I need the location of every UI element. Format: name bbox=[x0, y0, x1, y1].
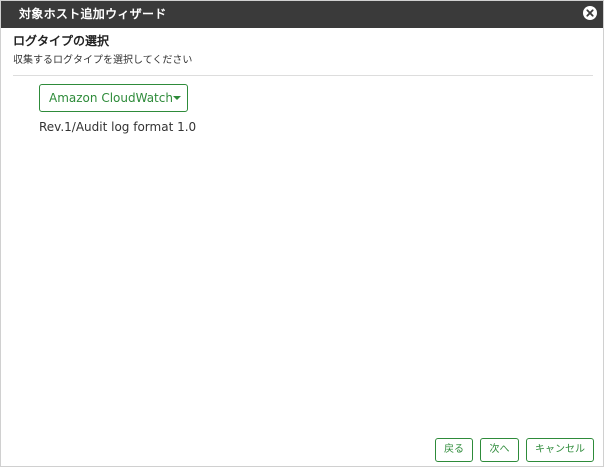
section-description: 収集するログタイプを選択してください bbox=[13, 55, 193, 66]
section-title: ログタイプの選択 bbox=[13, 34, 110, 48]
log-type-dropdown[interactable]: Amazon CloudWatch bbox=[39, 84, 188, 112]
close-button[interactable] bbox=[583, 6, 597, 20]
wizard-dialog: 対象ホスト追加ウィザード ログタイプの選択 収集するログタイプを選択してください… bbox=[0, 0, 604, 467]
close-icon bbox=[586, 9, 594, 17]
section-divider bbox=[13, 75, 593, 76]
cancel-button[interactable]: キャンセル bbox=[526, 438, 594, 462]
log-type-selected-label: Amazon CloudWatch bbox=[49, 91, 173, 105]
dialog-titlebar: 対象ホスト追加ウィザード bbox=[1, 1, 603, 28]
back-button[interactable]: 戻る bbox=[435, 438, 473, 462]
next-button[interactable]: 次へ bbox=[480, 438, 519, 462]
log-format-text: Rev.1/Audit log format 1.0 bbox=[39, 120, 197, 134]
caret-down-icon bbox=[173, 96, 181, 100]
dialog-title: 対象ホスト追加ウィザード bbox=[19, 7, 167, 21]
